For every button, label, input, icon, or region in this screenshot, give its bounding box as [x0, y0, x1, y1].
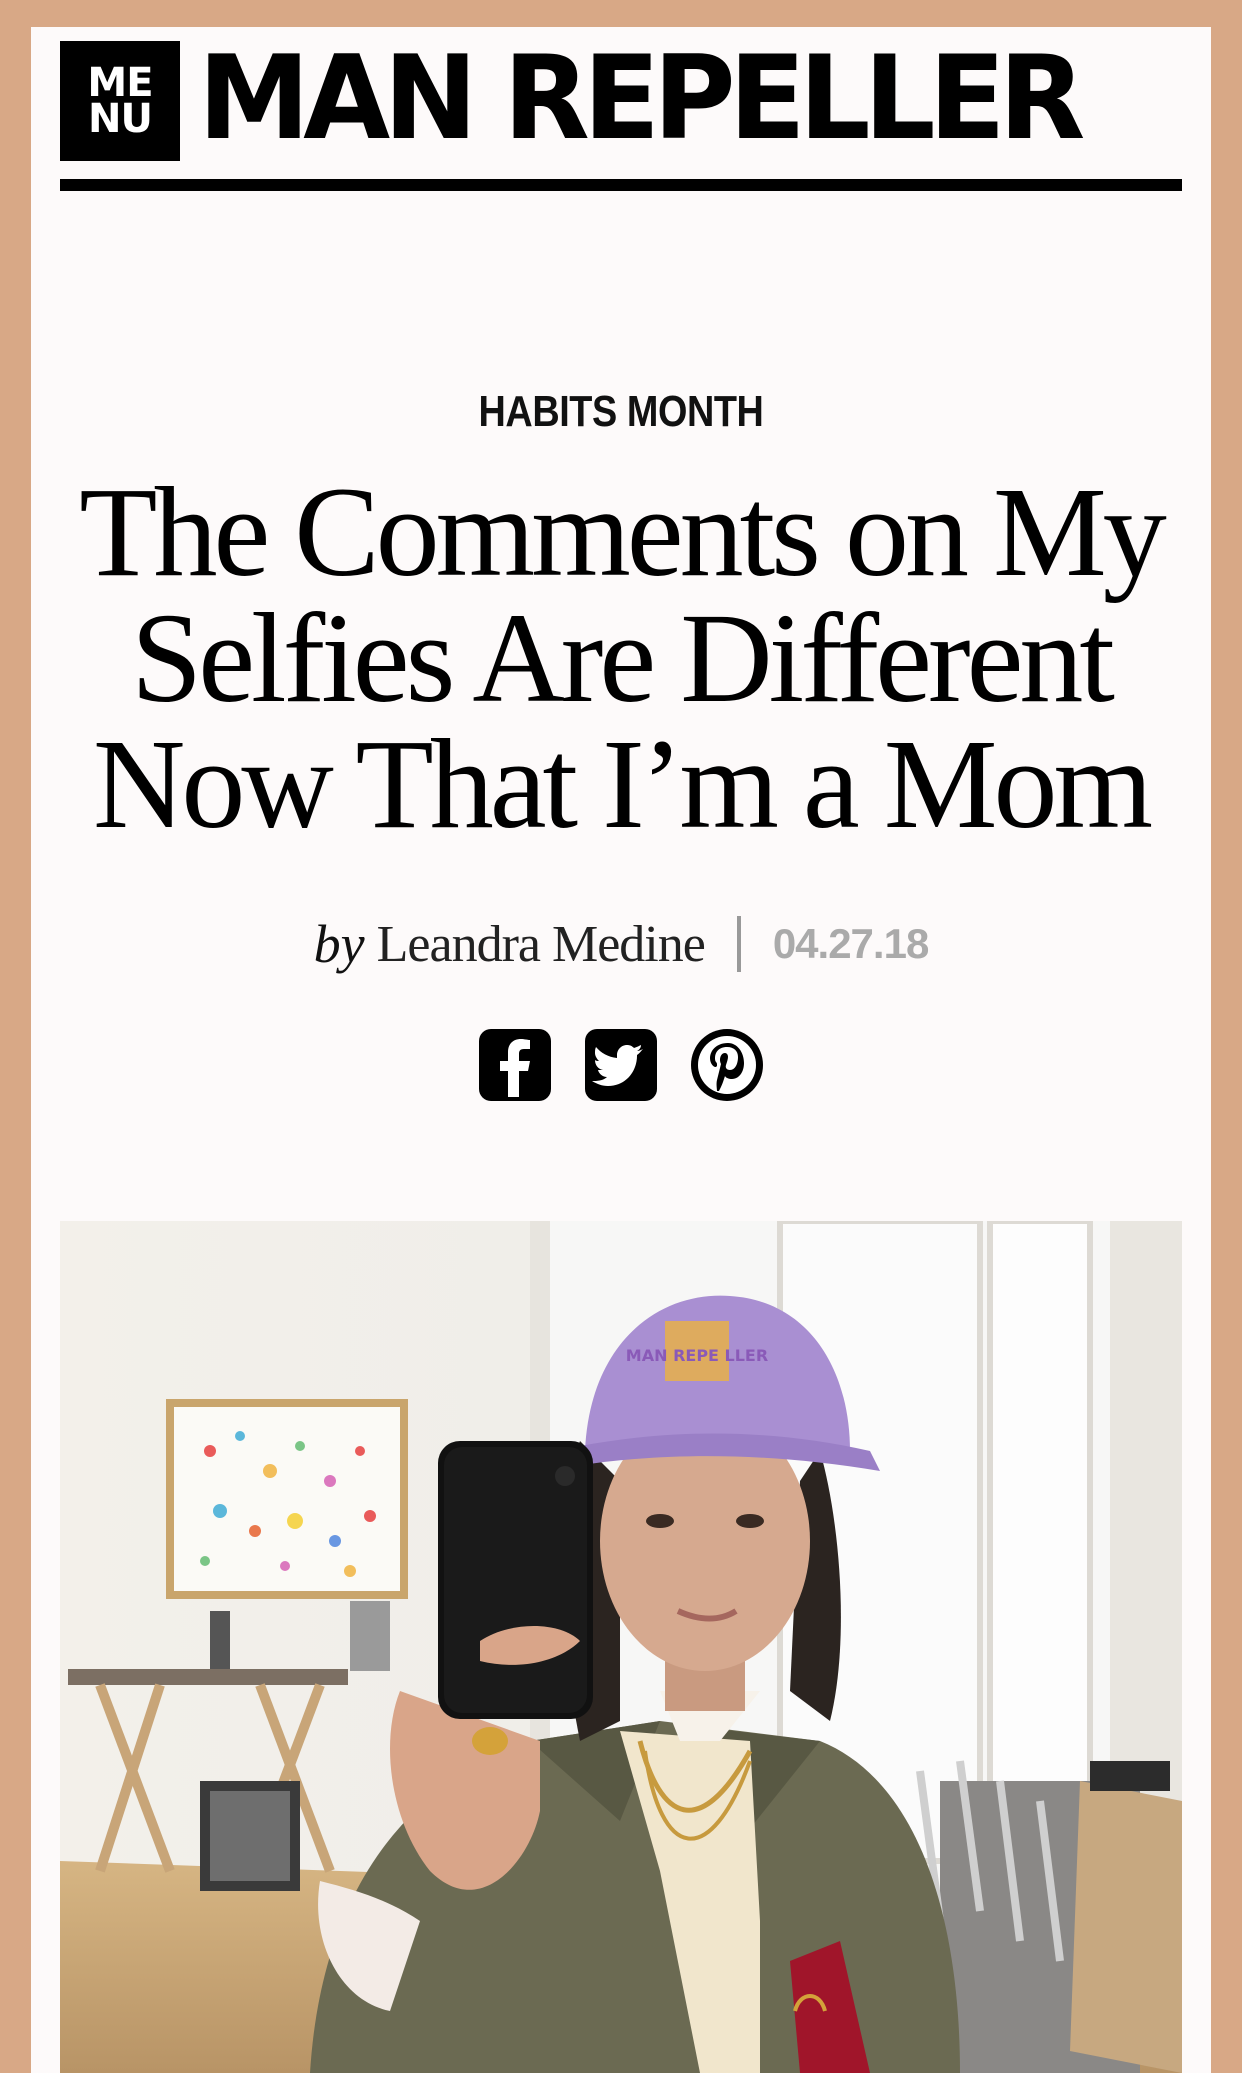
twitter-icon[interactable]: [583, 1027, 659, 1103]
pinterest-icon[interactable]: [689, 1027, 765, 1103]
site-logo[interactable]: MAN REPELLER: [198, 29, 1085, 169]
article-title: The Comments on My Selfies Are Different…: [79, 461, 1167, 855]
facebook-icon[interactable]: [477, 1027, 553, 1103]
article-category[interactable]: HABITS MONTH: [114, 387, 1129, 437]
publish-date: 04.27.18: [772, 920, 929, 967]
hero-photo: MAN REPE LLER: [60, 1221, 1182, 2073]
menu-button[interactable]: ME NU: [60, 41, 180, 161]
hero-image: MAN REPE LLER: [60, 1221, 1182, 2073]
share-buttons: [31, 1027, 1211, 1103]
site-header: ME NU MAN REPELLER: [60, 31, 1182, 191]
byline: by Leandra Medine 04.27.18: [31, 909, 1211, 979]
article-page: ME NU MAN REPELLER HABITS MONTH The Comm…: [31, 27, 1211, 2073]
cap-logo-text: MAN REPE LLER: [626, 1346, 768, 1365]
byline-prefix: by: [313, 914, 365, 974]
header-rule: [60, 179, 1182, 191]
author-link[interactable]: Leandra Medine: [377, 915, 706, 974]
byline-divider: [736, 916, 741, 972]
menu-label-line2: NU: [88, 96, 153, 142]
